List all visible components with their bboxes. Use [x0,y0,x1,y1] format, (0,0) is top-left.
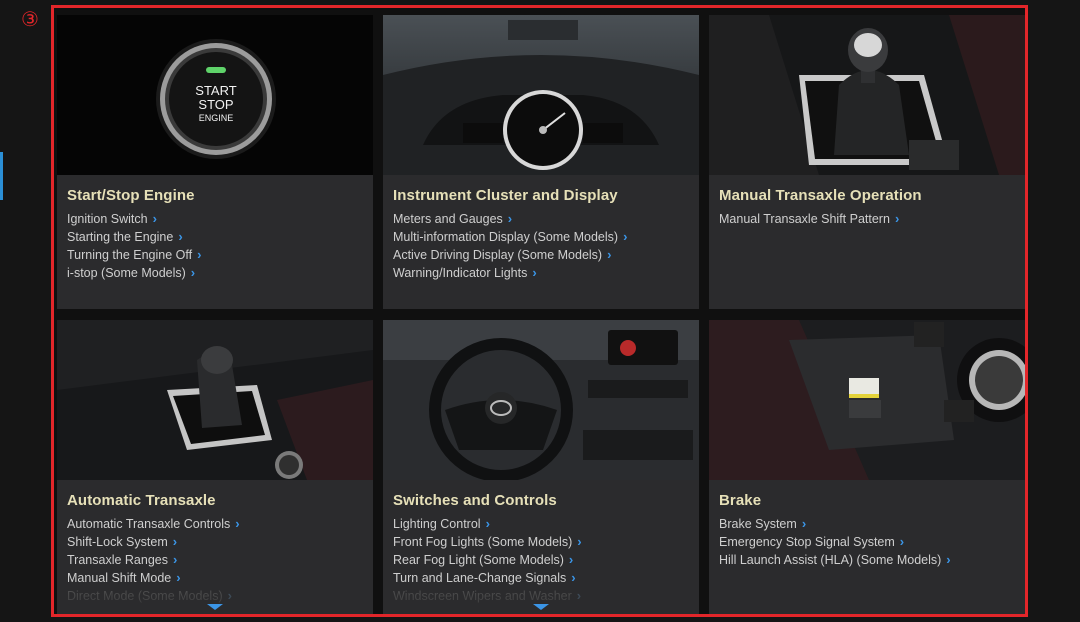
link-item[interactable]: Meters and Gauges › [393,210,689,228]
highlight-frame: START STOP ENGINE Start/Stop Engine Igni… [51,5,1028,617]
card-title[interactable]: Start/Stop Engine [67,187,363,204]
link-item[interactable]: Emergency Stop Signal System › [719,533,1015,551]
chevron-right-icon: › [178,229,183,244]
link-item[interactable]: Turn and Lane-Change Signals › [393,569,689,587]
link-list: Brake System › Emergency Stop Signal Syst… [719,515,1015,569]
left-accent-bar [0,152,3,200]
card-title[interactable]: Automatic Transaxle [67,492,363,509]
link-item[interactable]: Front Fog Lights (Some Models) › [393,533,689,551]
automatic-shifter-photo [57,320,373,480]
link-item[interactable]: Lighting Control › [393,515,689,533]
link-item[interactable]: i-stop (Some Models) › [67,264,363,282]
link-item[interactable]: Ignition Switch › [67,210,363,228]
chevron-right-icon: › [899,534,905,549]
chevron-right-icon: › [577,534,582,549]
instrument-cluster-photo [383,15,699,175]
chevron-right-icon: › [607,247,612,262]
card-switches-controls[interactable]: Switches and Controls Lighting Control › … [383,320,699,614]
link-item[interactable]: Brake System › [719,515,1015,533]
link-item[interactable]: Rear Fog Light (Some Models) › [393,551,689,569]
link-item[interactable]: Automatic Transaxle Controls › [67,515,363,533]
link-item[interactable]: Manual Transaxle Shift Pattern › [719,210,1015,228]
chevron-right-icon: › [227,588,232,603]
link-item[interactable]: Multi-information Display (Some Models) › [393,228,689,246]
card-start-stop-engine[interactable]: START STOP ENGINE Start/Stop Engine Igni… [57,15,373,309]
card-title[interactable]: Switches and Controls [393,492,689,509]
link-item[interactable]: Manual Shift Mode › [67,569,363,587]
link-item[interactable]: Shift-Lock System › [67,533,363,551]
link-list: Manual Transaxle Shift Pattern › [719,210,1015,228]
link-list: Lighting Control › Front Fog Lights (Some… [393,515,689,605]
link-item[interactable]: Starting the Engine › [67,228,363,246]
link-item[interactable]: Transaxle Ranges › [67,551,363,569]
link-item[interactable]: Active Driving Display (Some Models) › [393,246,689,264]
chevron-right-icon: › [172,552,178,567]
step-marker: ③ [21,7,39,31]
link-item[interactable]: Windscreen Wipers and Washer › [393,587,689,605]
card-title[interactable]: Instrument Cluster and Display [393,187,689,204]
chevron-right-icon: › [197,247,202,262]
chevron-right-icon: › [571,570,576,585]
button-text-start: START [195,83,236,98]
manual-shifter-photo [709,15,1025,175]
caret-down-icon[interactable] [207,604,223,610]
chevron-right-icon: › [172,534,178,549]
chevron-right-icon: › [576,588,582,603]
start-stop-button-photo: START STOP ENGINE [57,15,373,175]
chevron-right-icon: › [946,552,951,567]
chevron-right-icon: › [152,211,157,226]
chevron-right-icon: › [532,265,537,280]
chevron-right-icon: › [485,516,490,531]
card-title[interactable]: Brake [719,492,1015,509]
card-manual-transaxle[interactable]: Manual Transaxle Operation Manual Transa… [709,15,1025,309]
link-item[interactable]: Hill Launch Assist (HLA) (Some Models) › [719,551,1015,569]
chevron-right-icon: › [507,211,513,226]
steering-wheel-photo [383,320,699,480]
chevron-right-icon: › [176,570,181,585]
parking-brake-photo [709,320,1025,480]
link-list: Automatic Transaxle Controls › Shift-Lock… [67,515,363,605]
link-item[interactable]: Warning/Indicator Lights › [393,264,689,282]
link-item[interactable]: Direct Mode (Some Models) › [67,587,363,605]
card-title[interactable]: Manual Transaxle Operation [719,187,1015,204]
chevron-right-icon: › [801,516,807,531]
chevron-right-icon: › [235,516,240,531]
card-instrument-cluster[interactable]: Instrument Cluster and Display Meters an… [383,15,699,309]
link-item[interactable]: Turning the Engine Off › [67,246,363,264]
chevron-right-icon: › [190,265,196,280]
card-brake[interactable]: Brake Brake System › Emergency Stop Signa… [709,320,1025,614]
link-list: Meters and Gauges › Multi-information Dis… [393,210,689,282]
chevron-right-icon: › [894,211,900,226]
card-automatic-transaxle[interactable]: Automatic Transaxle Automatic Transaxle … [57,320,373,614]
chevron-right-icon: › [623,229,628,244]
caret-down-icon[interactable] [533,604,549,610]
button-text-stop: STOP [198,97,233,112]
link-list: Ignition Switch › Starting the Engine › Tu… [67,210,363,282]
chevron-right-icon: › [568,552,574,567]
button-text-engine: ENGINE [199,113,234,123]
